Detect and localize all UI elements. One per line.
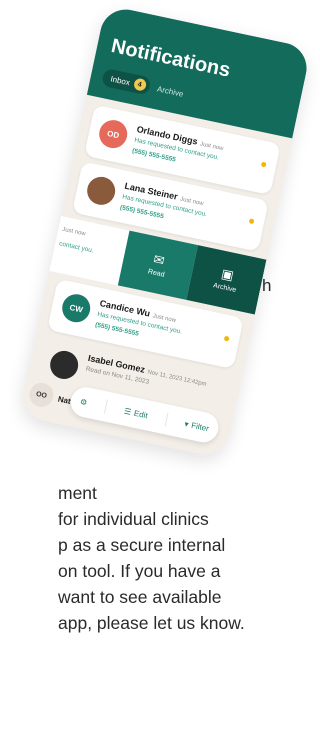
avatar: CW — [59, 291, 93, 325]
body-line: for individual clinics — [58, 509, 209, 529]
filter-label: Filter — [190, 420, 210, 433]
settings-button[interactable]: ⚙ — [79, 397, 88, 407]
archive-box-icon: ▣ — [219, 265, 236, 284]
swiped-card-fragment: Just now contact you. — [49, 216, 130, 286]
body-line: want to see available — [58, 587, 222, 607]
page-fragment: h — [262, 276, 272, 295]
edit-button[interactable]: ☰ Edit — [123, 406, 148, 420]
timestamp: Nov 11, 2023 12:42pm — [146, 369, 208, 388]
unread-dot-icon — [223, 335, 230, 342]
inbox-count-badge: 4 — [132, 77, 147, 92]
avatar: OD — [96, 117, 130, 151]
unread-dot-icon — [260, 161, 267, 168]
divider — [103, 399, 108, 414]
list-icon: ☰ — [123, 406, 133, 417]
gear-icon: ⚙ — [79, 396, 89, 407]
mark-read-label: Read — [147, 268, 166, 279]
tab-bar: Inbox 4 Archive — [101, 67, 185, 103]
archive-label: Archive — [212, 282, 237, 294]
avatar — [47, 348, 81, 382]
notification-list: OD Orlando DiggsJust now Has requested t… — [36, 104, 281, 422]
body-line: app, please let us know. — [58, 613, 245, 633]
timestamp: Just now — [61, 226, 87, 238]
filter-button[interactable]: ▾ Filter — [184, 419, 210, 433]
envelope-open-icon: ✉ — [152, 251, 166, 269]
filter-icon: ▾ — [183, 418, 190, 429]
tab-inbox-label: Inbox — [109, 73, 131, 87]
phone-mockup: Notifications Inbox 4 Archive OD Orlando… — [18, 4, 312, 460]
edit-label: Edit — [133, 408, 149, 420]
archive-button[interactable]: ▣ Archive — [186, 245, 267, 315]
body-line: p as a secure internal — [58, 535, 226, 555]
mark-read-button[interactable]: ✉ Read — [117, 230, 198, 300]
body-paragraph: ment for individual clinics p as a secur… — [0, 480, 296, 636]
avatar: OO — [27, 380, 56, 410]
tab-archive[interactable]: Archive — [156, 84, 184, 98]
divider — [164, 412, 169, 427]
unread-dot-icon — [248, 218, 255, 225]
notification-message: contact you. — [58, 240, 95, 255]
body-line: ment — [58, 483, 97, 503]
avatar — [84, 174, 118, 208]
sender-name: Nat — [57, 394, 72, 406]
body-line: on tool. If you have a — [58, 561, 221, 581]
tab-inbox[interactable]: Inbox 4 — [101, 67, 152, 96]
